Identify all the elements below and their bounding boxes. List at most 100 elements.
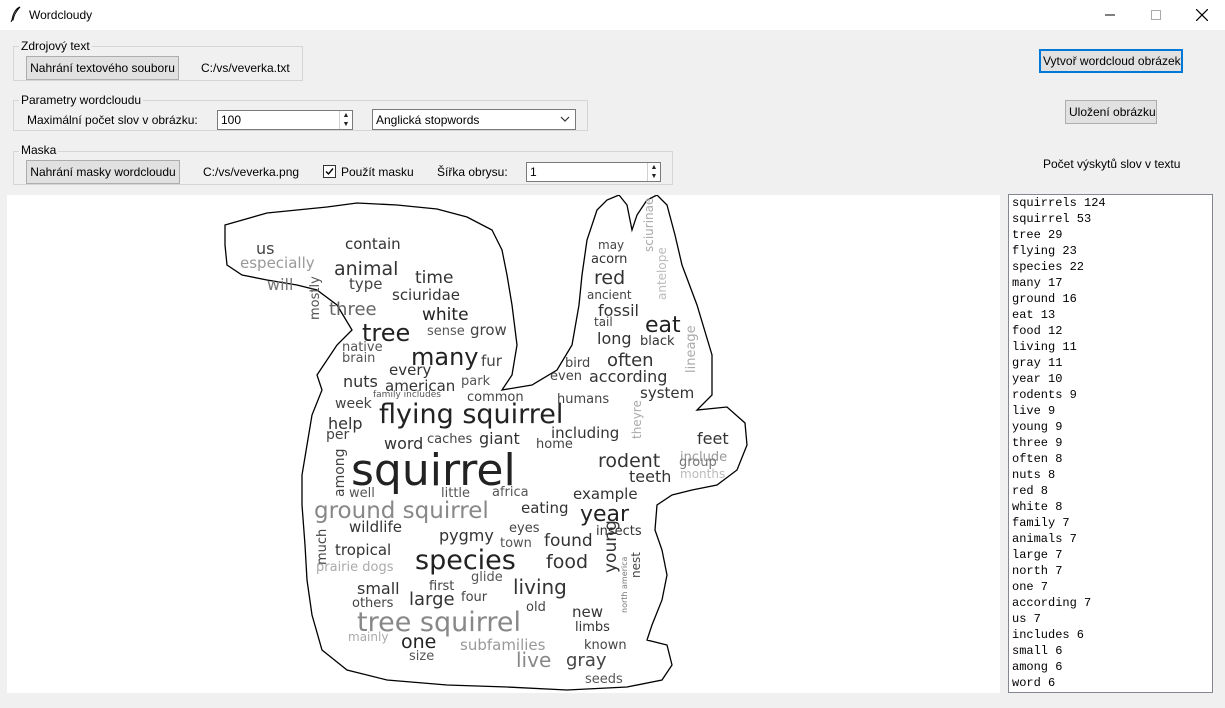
word-counts-label: Počet výskytů slov v textu: [1043, 157, 1181, 171]
spin-down-icon[interactable]: ▼: [340, 120, 352, 129]
list-item[interactable]: species 22: [1009, 259, 1212, 275]
list-item[interactable]: flying 23: [1009, 243, 1212, 259]
minimize-button[interactable]: [1087, 0, 1133, 30]
load-text-file-button[interactable]: Nahrání textového souboru: [26, 56, 179, 80]
maximize-icon: [1151, 10, 1161, 20]
cloud-word: north america: [620, 556, 629, 613]
list-item[interactable]: according 7: [1009, 595, 1212, 611]
list-item[interactable]: food 12: [1009, 323, 1212, 339]
outline-width-spinbox[interactable]: 1 ▲ ▼: [526, 162, 661, 182]
list-item[interactable]: young 9: [1009, 419, 1212, 435]
list-item[interactable]: squirrel 53: [1009, 211, 1212, 227]
cloud-word: white: [422, 305, 469, 325]
cloud-word: wildlife: [349, 518, 402, 536]
create-wordcloud-button[interactable]: Vytvoř wordcloud obrázek: [1039, 49, 1183, 73]
minimize-icon: [1105, 14, 1115, 16]
list-item[interactable]: large 7: [1009, 547, 1212, 563]
wordcloud-canvas: us contain especially animal time will type sci…: [7, 195, 1000, 693]
word-count-list[interactable]: squirrels 124 squirrel 53 tree 29 flying 23…: [1008, 194, 1213, 693]
cloud-word: park: [461, 374, 491, 389]
feather-icon: [10, 6, 21, 22]
cloud-word: teeth: [629, 467, 671, 486]
list-item[interactable]: north 7: [1009, 563, 1212, 579]
list-item[interactable]: gray 11: [1009, 355, 1212, 371]
list-item[interactable]: red 8: [1009, 483, 1212, 499]
spin-down-icon[interactable]: ▼: [648, 172, 660, 181]
cloud-word: africa: [492, 485, 529, 500]
checkmark-icon: [325, 168, 334, 176]
list-item[interactable]: year 10: [1009, 371, 1212, 387]
cloud-word: young: [601, 520, 621, 573]
cloud-word: lineage: [684, 325, 699, 373]
list-item[interactable]: includes 6: [1009, 627, 1212, 643]
max-words-value: 100: [221, 113, 242, 127]
list-item[interactable]: among 6: [1009, 659, 1212, 675]
mask-legend: Maska: [19, 143, 59, 157]
cloud-word: food: [546, 551, 588, 573]
max-words-label: Maximální počet slov v obrázku:: [27, 113, 198, 127]
cloud-word: new: [572, 603, 603, 621]
cloud-word: long: [597, 329, 632, 348]
use-mask-checkbox[interactable]: [323, 165, 336, 178]
cloud-word: live: [516, 648, 551, 672]
chevron-down-icon: [560, 116, 570, 122]
spin-up-icon[interactable]: ▲: [340, 111, 352, 120]
cloud-word: system: [640, 384, 694, 402]
list-item[interactable]: living 11: [1009, 339, 1212, 355]
cloud-word: acorn: [591, 252, 627, 267]
list-item[interactable]: ground 16: [1009, 291, 1212, 307]
outline-width-label: Šířka obrysu:: [437, 165, 508, 179]
cloud-word: pygmy: [439, 526, 494, 545]
wordcloud-params-legend: Parametry wordcloudu: [19, 93, 144, 107]
mask-file-path: C:/vs/veverka.png: [203, 165, 300, 179]
cloud-word: four: [461, 590, 488, 605]
cloud-word: prairie dogs: [316, 560, 394, 575]
cloud-word: week: [335, 396, 373, 412]
list-item[interactable]: rodents 9: [1009, 387, 1212, 403]
list-item[interactable]: live 9: [1009, 403, 1212, 419]
spin-up-icon[interactable]: ▲: [648, 163, 660, 172]
list-item[interactable]: word 6: [1009, 675, 1212, 691]
cloud-word: nuts: [343, 372, 378, 391]
window-title: Wordcloudy: [29, 8, 93, 22]
cloud-word: ancient: [587, 288, 632, 302]
cloud-word: tail: [594, 315, 613, 329]
list-item[interactable]: small 6: [1009, 643, 1212, 659]
cloud-word: mainly: [348, 630, 388, 644]
load-mask-button[interactable]: Nahrání masky wordcloudu: [26, 160, 180, 184]
list-item[interactable]: white 8: [1009, 499, 1212, 515]
maximize-button[interactable]: [1133, 0, 1179, 30]
wordcloud-image: us containespecially animal timewill typesci…: [224, 195, 748, 691]
use-mask-label[interactable]: Použít masku: [341, 165, 414, 179]
list-item[interactable]: tree 29: [1009, 227, 1212, 243]
cloud-word: will: [267, 275, 293, 294]
list-item[interactable]: animals 7: [1009, 531, 1212, 547]
cloud-word: sciurinae: [642, 198, 656, 252]
list-item[interactable]: many 17: [1009, 275, 1212, 291]
max-words-spinbox[interactable]: 100 ▲ ▼: [217, 110, 353, 130]
cloud-word: seeds: [585, 672, 623, 687]
close-button[interactable]: [1179, 0, 1225, 30]
list-item[interactable]: family 7: [1009, 515, 1212, 531]
save-image-button[interactable]: Uložení obrázku: [1065, 100, 1157, 124]
cloud-word: nest: [629, 552, 643, 578]
cloud-word: time: [415, 268, 453, 288]
cloud-word: type: [349, 275, 383, 293]
stopwords-select[interactable]: Anglická stopwords: [372, 109, 576, 130]
cloud-word: sciuridae: [392, 286, 460, 304]
list-item[interactable]: three 9: [1009, 435, 1212, 451]
cloud-word: old: [526, 600, 546, 615]
cloud-word: among: [332, 448, 348, 497]
list-item[interactable]: often 8: [1009, 451, 1212, 467]
list-item[interactable]: squirrels 124: [1009, 195, 1212, 211]
list-item[interactable]: eat 13: [1009, 307, 1212, 323]
cloud-word: fur: [481, 352, 503, 370]
cloud-word: especially: [240, 254, 315, 272]
source-text-legend: Zdrojový text: [19, 39, 92, 53]
cloud-word: antelope: [655, 247, 669, 300]
cloud-word: flying squirrel: [379, 399, 563, 430]
list-item[interactable]: one 7: [1009, 579, 1212, 595]
list-item[interactable]: us 7: [1009, 611, 1212, 627]
list-item[interactable]: nuts 8: [1009, 467, 1212, 483]
title-bar[interactable]: Wordcloudy: [0, 0, 1225, 30]
